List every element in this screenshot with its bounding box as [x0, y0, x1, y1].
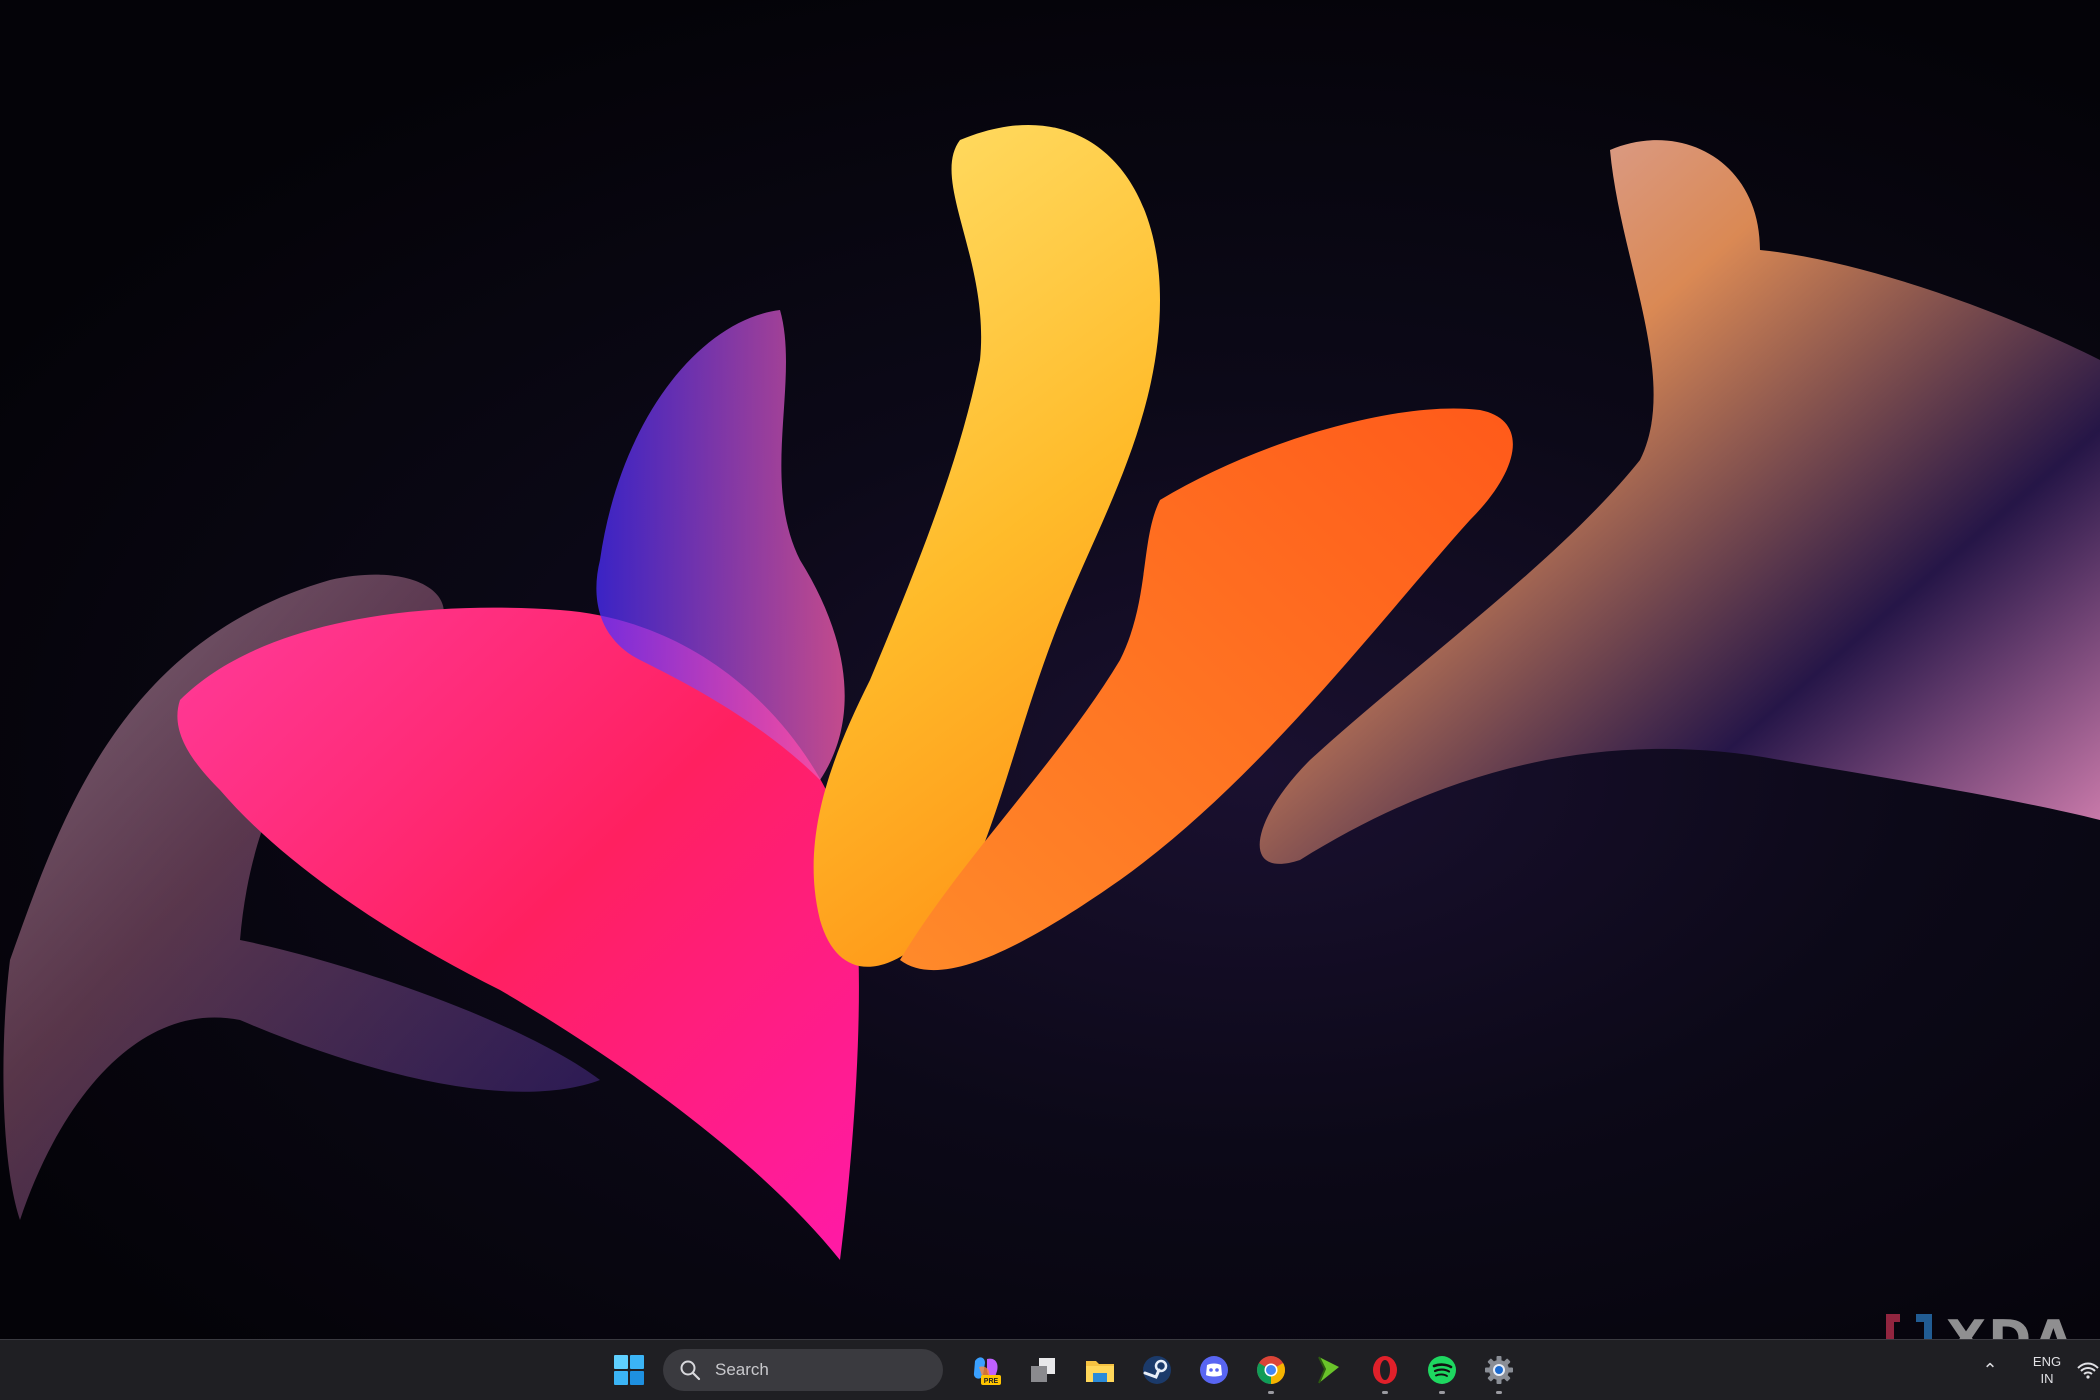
discord-icon [1199, 1356, 1228, 1384]
green-arrow-app-icon [1317, 1356, 1339, 1384]
region-code: IN [2040, 1371, 2054, 1386]
running-indicator [1381, 1391, 1388, 1394]
steam-icon [1142, 1356, 1171, 1384]
running-indicator [1495, 1391, 1502, 1394]
settings-gear-icon [1484, 1356, 1513, 1384]
taskbar-app-task-view[interactable] [1014, 1344, 1071, 1396]
opera-icon [1372, 1356, 1397, 1384]
start-button[interactable] [600, 1344, 657, 1396]
svg-text:PRE: PRE [983, 1378, 998, 1385]
taskbar-app-file-explorer[interactable] [1071, 1344, 1128, 1396]
running-indicator [1438, 1391, 1445, 1394]
taskbar-center: Search PRE [600, 1340, 1527, 1400]
taskbar-app-copilot[interactable]: PRE [957, 1344, 1014, 1396]
spotify-icon [1427, 1356, 1456, 1384]
taskbar-app-discord[interactable] [1185, 1344, 1242, 1396]
task-view-icon [1030, 1358, 1055, 1382]
chevron-up-icon[interactable]: ⌃ [1970, 1360, 2010, 1381]
search-icon [680, 1360, 701, 1381]
taskbar-app-steam[interactable] [1128, 1344, 1185, 1396]
taskbar-app-chrome[interactable] [1242, 1344, 1299, 1396]
search-placeholder: Search [715, 1360, 769, 1379]
system-tray: ⌃ ENG IN [1970, 1340, 2100, 1400]
language-indicator[interactable]: ENG IN [2024, 1353, 2070, 1387]
chrome-icon [1256, 1356, 1285, 1384]
language-code: ENG [2032, 1354, 2062, 1369]
taskbar: Search PRE ⌃ ENG IN [0, 1339, 2100, 1400]
taskbar-app-opera[interactable] [1356, 1344, 1413, 1396]
running-indicator [1267, 1391, 1274, 1394]
wifi-icon[interactable] [2076, 1360, 2100, 1380]
search-input[interactable]: Search [663, 1349, 943, 1391]
copilot-icon: PRE [973, 1357, 1001, 1385]
folder-icon [1085, 1361, 1114, 1382]
desktop-wallpaper [3, 124, 2100, 1260]
taskbar-app-green-arrow[interactable] [1299, 1344, 1356, 1396]
taskbar-app-settings[interactable] [1470, 1344, 1527, 1396]
taskbar-app-spotify[interactable] [1413, 1344, 1470, 1396]
windows-start-icon [613, 1355, 644, 1385]
